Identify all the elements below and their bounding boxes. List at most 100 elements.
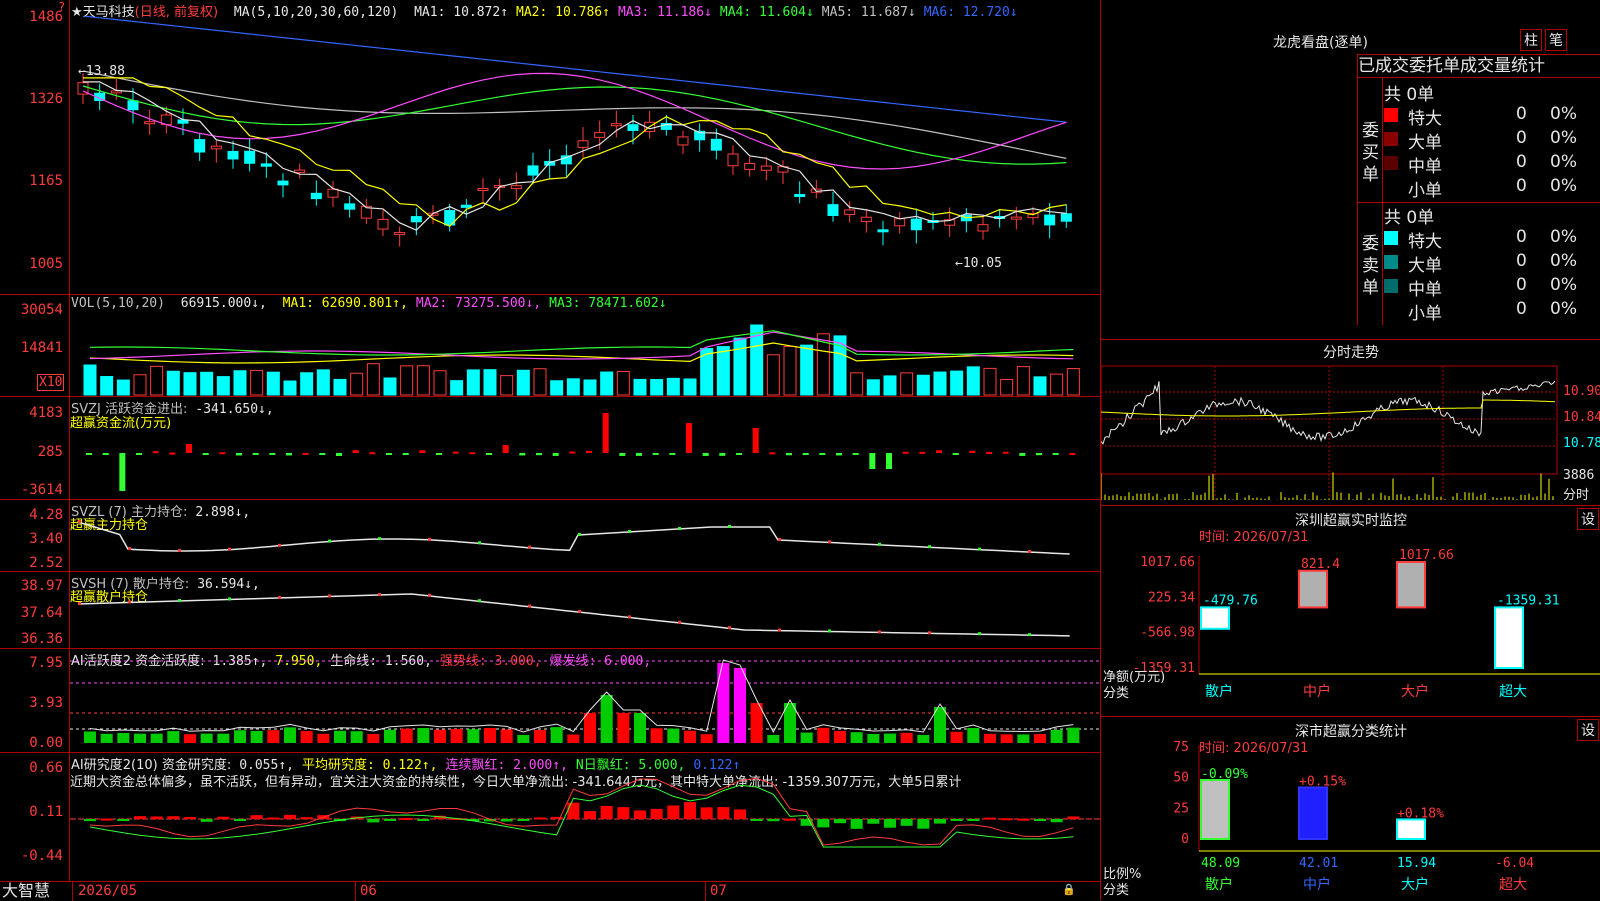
- volume-bar: [250, 369, 264, 396]
- research-bar: [100, 818, 113, 821]
- candle-body: [827, 204, 839, 216]
- buy-total: 共 0单: [1384, 85, 1435, 105]
- fund-flow-bar: [86, 453, 92, 455]
- svzj-panel[interactable]: 4183 285 -3614 SVZJ 活跃资金进出: -341.650↓, 超赢…: [0, 397, 1100, 500]
- research-bar: [517, 819, 530, 821]
- stats-value-label: 42.01: [1299, 856, 1338, 871]
- volume-bar: [466, 369, 480, 396]
- fund-flow-bar: [936, 450, 942, 453]
- volume-bar: [666, 377, 680, 396]
- stats-chart[interactable]: 75 50 25 0 -0.09% 48.09 散户 +0.15% 42.01 中户 +0.18% 1…: [1101, 717, 1600, 900]
- svsh-panel[interactable]: 38.97 37.64 36.36 SVSH (7) 散户持仓: 36.594↓,…: [0, 572, 1100, 649]
- high-price-value: 13.88: [85, 64, 125, 79]
- volume-bar: [650, 379, 664, 396]
- activity-bar: [650, 728, 663, 743]
- bar-mode-button[interactable]: 柱: [1520, 29, 1542, 51]
- price-tick: 1326: [29, 91, 63, 107]
- svsh-chart[interactable]: [70, 572, 1100, 648]
- candle-body: [627, 124, 639, 131]
- monitor-tick-label: 1017.66: [1140, 555, 1195, 570]
- research-bar: [150, 816, 163, 819]
- candle-body: [477, 187, 489, 191]
- tick-mode-button[interactable]: 笔: [1545, 29, 1567, 51]
- fund-flow-bar: [636, 453, 642, 456]
- activity-bar: [667, 728, 680, 743]
- intraday-chart[interactable]: [1101, 364, 1561, 504]
- research-bar: [650, 808, 663, 819]
- volume-bar: [216, 376, 230, 396]
- ai-research-axis: 0.66 0.11 -0.44: [0, 753, 70, 881]
- svzl-chart[interactable]: [70, 500, 1100, 571]
- activity-bar: [350, 731, 363, 743]
- monitor-value-label: -1359.31: [1497, 593, 1560, 608]
- fund-flow-bar: [969, 450, 976, 453]
- fund-flow-bar: [536, 453, 542, 456]
- activity-bar: [500, 729, 513, 743]
- activity-bar: [334, 730, 346, 743]
- volume-chart[interactable]: [70, 309, 1100, 396]
- candle-body: [144, 121, 156, 125]
- order-count: 0: [1516, 176, 1527, 196]
- fund-flow-bar: [336, 453, 342, 456]
- fund-flow-bar: [719, 453, 726, 456]
- candle-body: [294, 169, 306, 173]
- monitor-chart[interactable]: 1017.66 225.34 -566.98 -1359.31 -479.76 散户 821…: [1101, 506, 1600, 716]
- research-bar: [717, 807, 730, 819]
- candle-body: [860, 216, 872, 223]
- ai-activity-tick: 7.95: [29, 655, 63, 671]
- order-type: 大单: [1408, 133, 1442, 153]
- monitor-value-label: 1017.66: [1399, 548, 1454, 563]
- volume-bar: [900, 372, 914, 396]
- ai-activity-chart[interactable]: [70, 649, 1100, 752]
- order-count: 0: [1516, 251, 1527, 271]
- lock-icon[interactable]: 🔒: [1062, 883, 1076, 896]
- indicator-dot: [678, 620, 681, 624]
- fund-flow-bar: [902, 451, 909, 454]
- fund-flow-bar: [486, 453, 492, 455]
- activity-bar: [84, 731, 96, 743]
- ai-activity-panel[interactable]: 7.95 3.93 0.00 AI活跃度2 资金活跃度: 1.385↑, 7.950…: [0, 649, 1100, 753]
- activity-bar: [1000, 734, 1013, 743]
- research-bar: [200, 819, 213, 822]
- indicator-dot: [328, 594, 331, 598]
- order-type: 中单: [1408, 280, 1442, 300]
- indicator-dot: [778, 538, 781, 541]
- activity-bar: [167, 731, 180, 743]
- fund-flow-bar: [352, 450, 359, 453]
- research-bar: [234, 819, 246, 821]
- indicator-dot: [978, 632, 981, 636]
- fund-flow-bar: [1069, 452, 1076, 455]
- svzj-chart[interactable]: [70, 397, 1100, 499]
- volume-panel[interactable]: 30054 14841 X10 VOL(5,10,20) 66915.000↓,…: [0, 295, 1100, 397]
- indicator-dot: [1028, 550, 1031, 553]
- volume-bar: [566, 378, 580, 396]
- sell-block: 委卖单 共 0单 特大 0 0% 大单 0 0% 中单 0 0% 小单 0 0%: [1357, 201, 1600, 325]
- candle-body: [760, 165, 772, 171]
- svzl-panel[interactable]: 4.28 3.40 2.52 SVZL (7) 主力持仓: 2.898↓, 超赢主…: [0, 500, 1100, 572]
- ai-research-panel[interactable]: 0.66 0.11 -0.44 AI研究度2(10) 资金研究度: 0.055↑,…: [0, 753, 1100, 881]
- kline-panel[interactable]: 1486 1326 1165 1005 ? ★天马科技(日线, 前复权) MA(…: [0, 0, 1100, 295]
- activity-bar: [317, 733, 330, 743]
- research-bar: [884, 819, 896, 828]
- research-bar: [184, 817, 196, 820]
- research-bar: [167, 816, 180, 819]
- fund-flow-bar: [286, 453, 292, 456]
- intraday-title: 分时走势: [1323, 345, 1379, 361]
- fund-flow-bar: [236, 453, 242, 456]
- volume-bar: [850, 372, 864, 396]
- research-bar: [1050, 819, 1063, 823]
- candlestick-chart[interactable]: [70, 16, 1100, 294]
- intraday-panel[interactable]: 分时走势 10.90 10.84 10.78 3886 分时: [1101, 340, 1600, 506]
- activity-line: [89, 659, 1074, 734]
- fund-flow-bar: [1052, 453, 1059, 455]
- price-tick: 1165: [29, 173, 63, 189]
- order-type: 大单: [1408, 256, 1442, 276]
- ai-research-chart[interactable]: [70, 753, 1100, 881]
- research-bar: [767, 819, 780, 822]
- volume-bar: [133, 374, 147, 396]
- volume-bar: [200, 371, 214, 396]
- research-bar: [417, 819, 430, 821]
- volume-bar: [83, 364, 97, 396]
- ai-research-tick: -0.44: [20, 848, 63, 864]
- order-count: 0: [1516, 227, 1527, 247]
